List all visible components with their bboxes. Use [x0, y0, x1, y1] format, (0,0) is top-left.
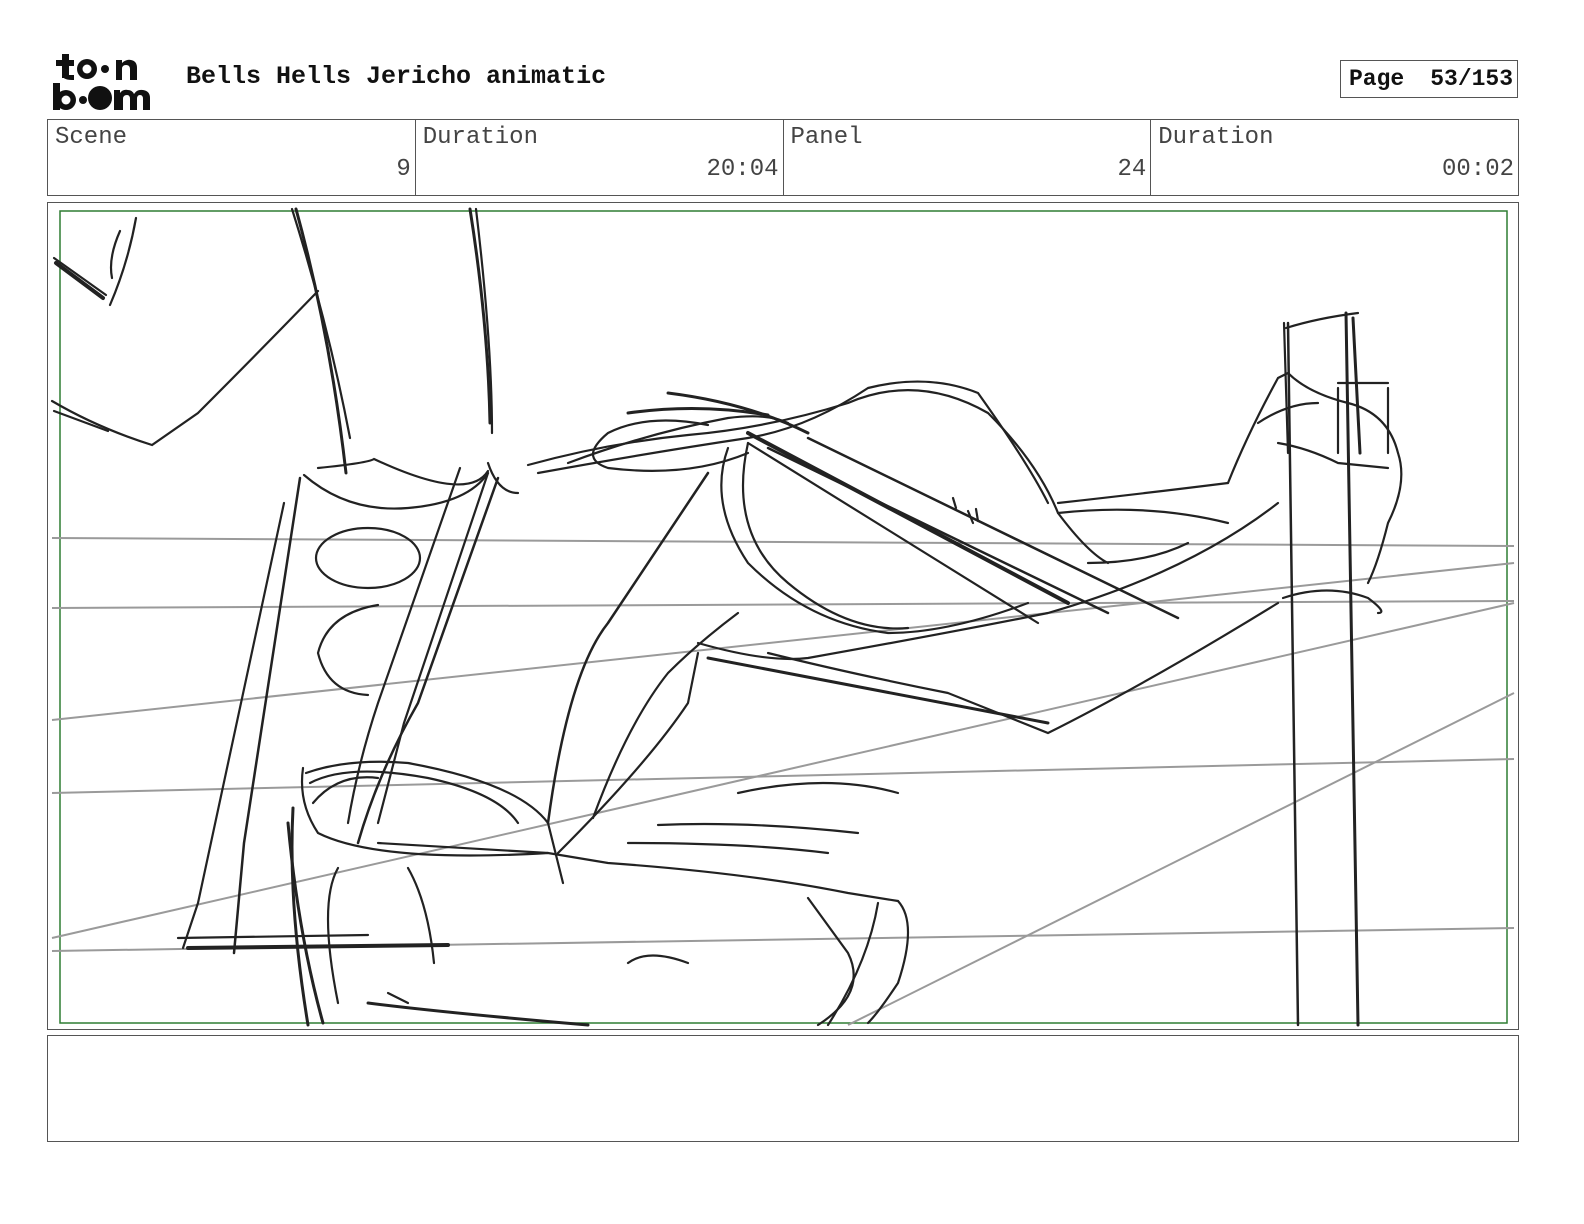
panel-duration-cell: Duration 00:02 [1151, 120, 1518, 195]
scene-value: 9 [396, 156, 411, 183]
scene-cell: Scene 9 [48, 120, 416, 195]
character-sketch [50, 207, 1403, 1027]
panel-value: 24 [1117, 156, 1147, 183]
page-number: 53/153 [1430, 66, 1514, 92]
page-label: Page [1349, 66, 1405, 92]
scene-duration-label: Duration [422, 124, 538, 151]
panel-cell: Panel 24 [784, 120, 1152, 195]
scene-label: Scene [55, 124, 128, 151]
panel-notes [47, 1035, 1519, 1142]
panel-duration-value: 00:02 [1441, 156, 1514, 183]
scene-duration-cell: Duration 20:04 [416, 120, 784, 195]
toon-boom-logo [53, 54, 150, 110]
storyboard-panel [47, 202, 1519, 1030]
project-title: Bells Hells Jericho animatic [186, 62, 607, 91]
scene-info-table: Scene 9 Duration 20:04 Panel 24 Duration… [47, 119, 1519, 196]
panel-label: Panel [790, 124, 863, 151]
panel-duration-label: Duration [1158, 124, 1274, 151]
page-indicator: Page 53/153 [1340, 60, 1518, 98]
scene-duration-value: 20:04 [706, 156, 779, 183]
sketch-drawing [50, 207, 1515, 1027]
